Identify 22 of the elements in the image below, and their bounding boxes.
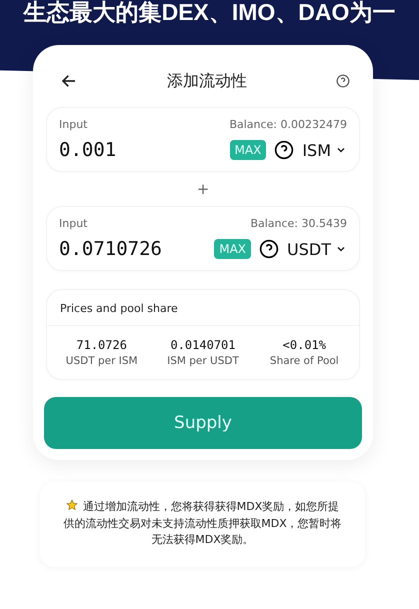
balance-text: Balance: 30.5439 xyxy=(250,217,347,230)
stat-value: 71.0726 xyxy=(76,338,127,352)
card-title: 添加流动性 xyxy=(167,70,247,92)
token-help-icon xyxy=(274,140,294,160)
help-button[interactable] xyxy=(336,74,350,88)
amount-input[interactable]: 0.0710726 xyxy=(59,238,189,260)
balance-text: Balance: 0.00232479 xyxy=(229,118,347,131)
token-selector[interactable]: ISM xyxy=(302,140,347,160)
stat-value: 0.0140701 xyxy=(170,338,236,352)
stat-label: ISM per USDT xyxy=(167,355,239,367)
stat-label: USDT per ISM xyxy=(66,355,138,367)
prices-title: Prices and pool share xyxy=(59,301,179,317)
stat-label: Share of Pool xyxy=(270,355,339,367)
amount-input[interactable]: 0.001 xyxy=(59,139,189,161)
token-help-icon xyxy=(259,239,280,259)
input-label: Input xyxy=(59,217,88,230)
stat-value: <0.01% xyxy=(282,338,326,352)
notice-text: 通过增加流动性，您将获得获得MDX奖励，如您所提供的流动性交易对未支持流动性质押获取MDX，您暂时将无法获得MDX奖励。 xyxy=(62,499,343,548)
token-selector[interactable]: USDT xyxy=(287,240,347,258)
star-icon xyxy=(66,499,78,511)
plus-sign: + xyxy=(196,180,210,198)
input-label: Input xyxy=(59,118,88,131)
